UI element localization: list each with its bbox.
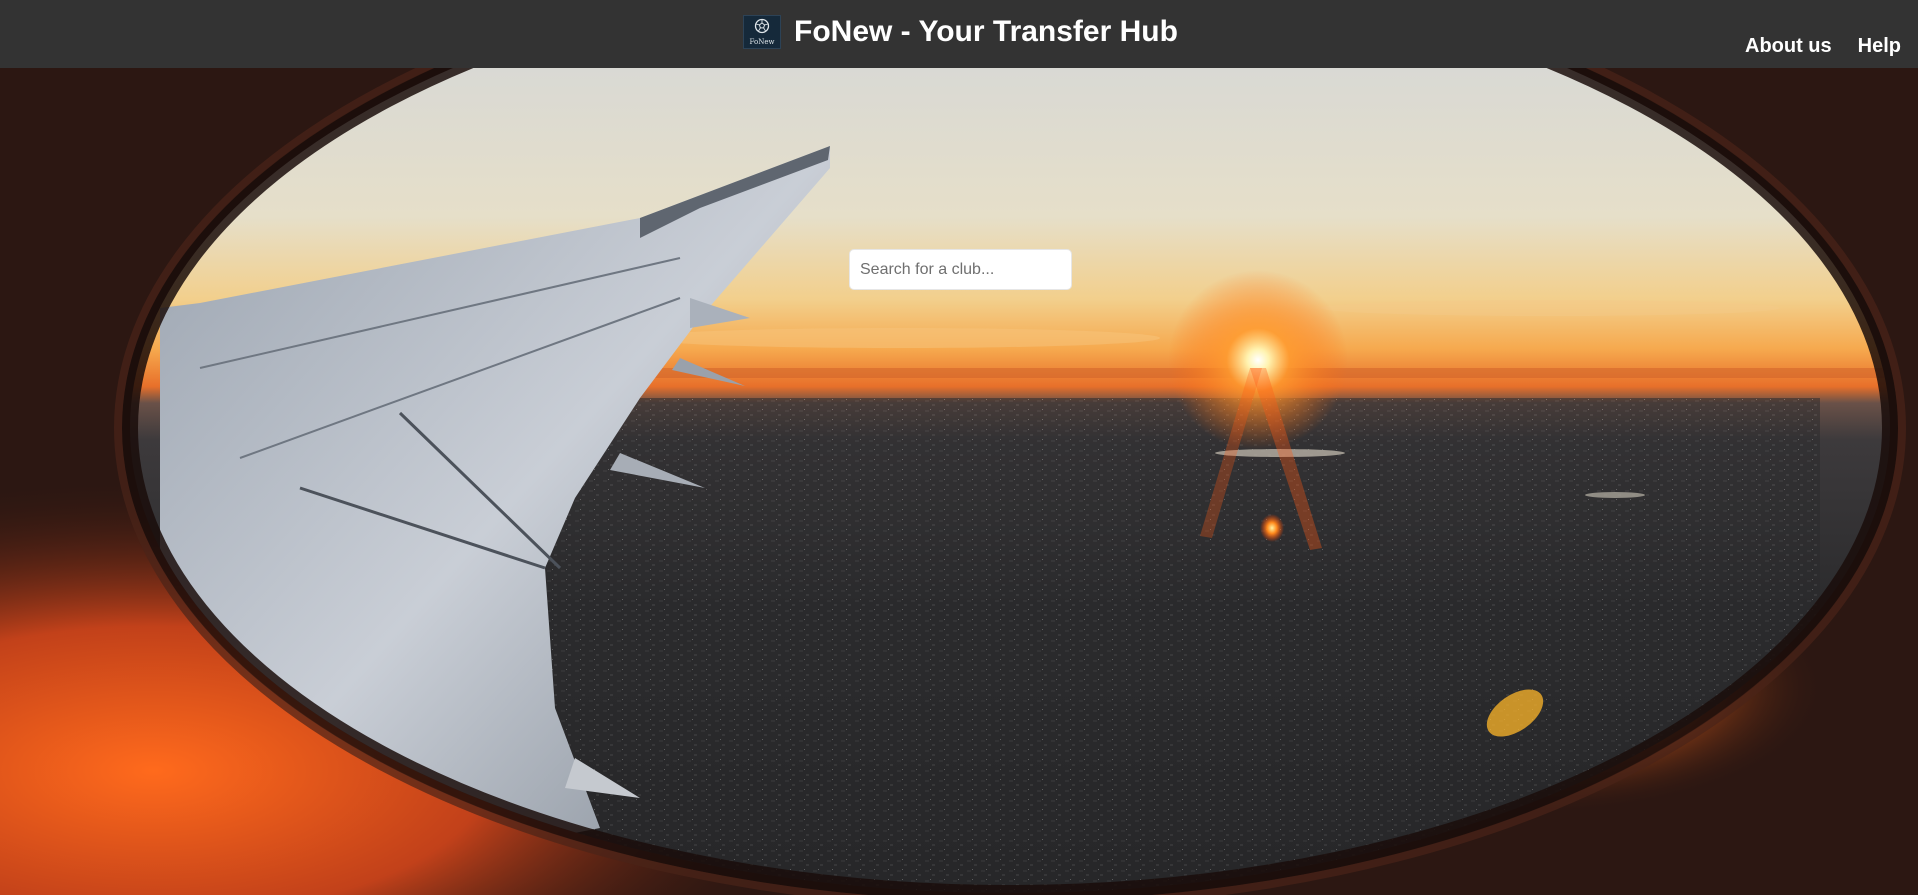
club-search-input[interactable] xyxy=(849,249,1072,290)
site-header: FoNew FoNew - Your Transfer Hub About us… xyxy=(0,0,1918,68)
airplane-window-photo xyxy=(0,68,1918,895)
football-icon: FoNew xyxy=(743,15,781,49)
logo-text: FoNew xyxy=(749,38,775,46)
main-nav: About us Help xyxy=(1745,34,1901,58)
brand[interactable]: FoNew FoNew - Your Transfer Hub xyxy=(743,14,1178,50)
nav-help-link[interactable]: Help xyxy=(1858,34,1901,58)
site-title: FoNew - Your Transfer Hub xyxy=(794,15,1178,48)
page: FoNew FoNew - Your Transfer Hub About us… xyxy=(0,0,1918,895)
nav-about-us-link[interactable]: About us xyxy=(1745,34,1832,58)
hero-section xyxy=(0,68,1918,895)
